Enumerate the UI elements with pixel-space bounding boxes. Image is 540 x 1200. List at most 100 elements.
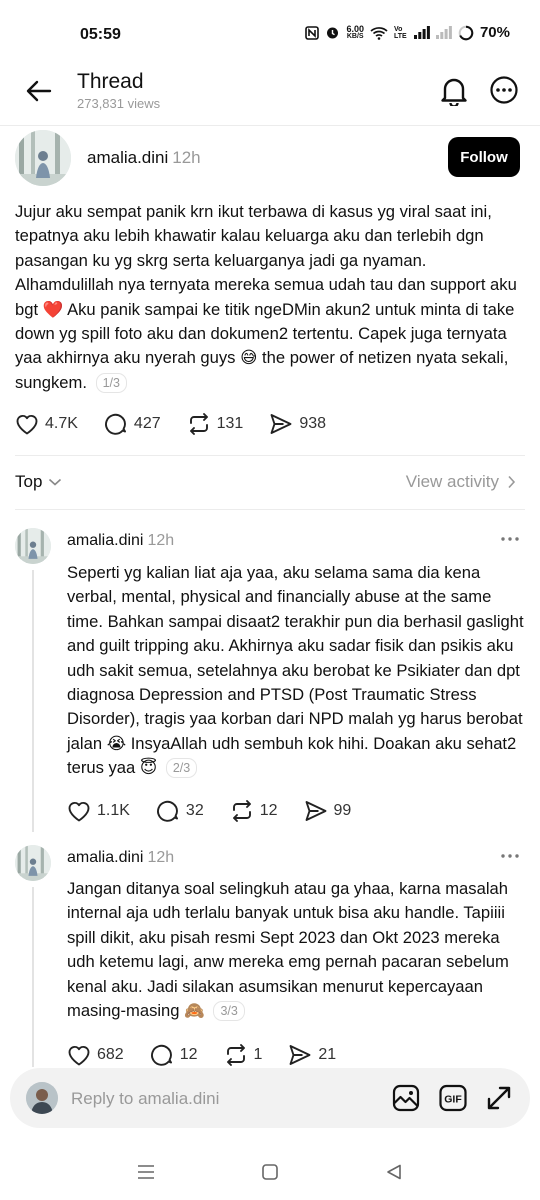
back-triangle-icon xyxy=(387,1164,401,1180)
author-username[interactable]: amalia.dini xyxy=(87,148,168,167)
repost-count: 12 xyxy=(259,802,278,819)
view-count: 273,831 views xyxy=(77,96,161,111)
status-bar: 05:59 6.00 KB/S Vo LTE 70% xyxy=(0,0,540,62)
share-button[interactable]: 21 xyxy=(288,1044,336,1066)
menu-icon xyxy=(138,1165,154,1179)
reply-more-button[interactable] xyxy=(497,531,523,547)
more-horizontal-icon xyxy=(501,854,519,858)
comment-icon xyxy=(156,800,178,822)
comment-count: 12 xyxy=(179,1046,198,1063)
see-no-evil-emoji: 🙈 xyxy=(184,1001,205,1021)
repost-button[interactable]: 12 xyxy=(230,799,278,823)
heart-emoji: ❤️ xyxy=(42,299,64,319)
share-button[interactable]: 99 xyxy=(304,800,351,822)
home-nav-button[interactable] xyxy=(258,1160,282,1184)
svg-text:GIF: GIF xyxy=(444,1094,462,1106)
chevron-down-icon xyxy=(49,478,62,486)
speed-indicator: 6.00 KB/S xyxy=(346,23,364,41)
like-button[interactable]: 4.7K xyxy=(15,413,78,435)
comment-button[interactable]: 32 xyxy=(156,799,204,823)
reply-username[interactable]: amalia.dini xyxy=(67,532,143,549)
reply-composer[interactable]: Reply to amalia.dini GIF xyxy=(10,1068,530,1128)
reply-more-button[interactable] xyxy=(497,848,523,864)
share-count: 938 xyxy=(299,415,327,432)
repost-icon xyxy=(226,1044,245,1066)
status-icons: 6.00 KB/S Vo LTE 70% xyxy=(305,24,510,41)
follow-button[interactable]: Follow xyxy=(448,137,520,177)
comment-button[interactable]: 427 xyxy=(104,412,161,436)
comment-button[interactable]: 12 xyxy=(150,1043,198,1067)
thread-line xyxy=(32,887,34,1067)
author-avatar[interactable] xyxy=(15,130,71,186)
reply-avatar[interactable] xyxy=(15,528,51,564)
signal-icon xyxy=(413,26,430,39)
thread-page-badge: 1/3 xyxy=(95,372,127,393)
post-text: Jujur aku sempat panik krn ikut terbawa … xyxy=(15,200,523,395)
repost-icon xyxy=(232,800,251,822)
share-icon xyxy=(270,414,292,434)
notifications-button[interactable] xyxy=(437,74,471,108)
expand-composer-button[interactable] xyxy=(483,1082,515,1114)
reply-avatar[interactable] xyxy=(15,845,51,881)
heart-icon xyxy=(16,414,38,435)
page-title: Thread xyxy=(77,70,144,93)
signal-icon-2 xyxy=(435,26,452,39)
status-time: 05:59 xyxy=(80,26,121,43)
reply-text: Jangan ditanya soal selingkuh atau ga yh… xyxy=(67,877,527,1023)
speed-value: 6.00 xyxy=(346,23,364,34)
nfc-icon xyxy=(305,25,320,40)
reply-time: 12h xyxy=(147,532,175,549)
like-count: 1.1K xyxy=(97,802,130,819)
expand-icon xyxy=(487,1086,511,1110)
attach-image-button[interactable] xyxy=(390,1082,422,1114)
halo-emoji: 😇 xyxy=(139,758,158,778)
comment-count: 32 xyxy=(185,802,204,819)
repost-button[interactable]: 131 xyxy=(187,412,244,436)
comment-icon xyxy=(150,1044,172,1066)
repost-icon xyxy=(189,413,208,435)
repost-button[interactable]: 1 xyxy=(224,1043,263,1067)
heart-icon xyxy=(68,1045,90,1066)
like-count: 4.7K xyxy=(45,415,78,432)
repost-count: 1 xyxy=(253,1046,263,1063)
reply-text-part1: Jangan ditanya soal selingkuh atau ga yh… xyxy=(67,879,509,1021)
thread-line xyxy=(32,570,34,832)
like-button[interactable]: 1.1K xyxy=(67,800,130,822)
sort-dropdown[interactable]: Top xyxy=(15,472,62,492)
heart-icon xyxy=(68,801,90,822)
author-name-row: amalia.dini 12h xyxy=(87,148,201,168)
speed-unit: KB/S xyxy=(346,32,364,40)
crying-emoji: 😭 xyxy=(106,733,127,753)
menu-nav-button[interactable] xyxy=(134,1160,158,1184)
comment-count: 427 xyxy=(133,415,161,432)
divider xyxy=(15,455,525,456)
thread-header: Thread 273,831 views xyxy=(0,62,540,126)
reply-input-placeholder[interactable]: Reply to amalia.dini xyxy=(71,1089,219,1109)
wifi-icon xyxy=(370,26,388,40)
reply-author-row: amalia.dini 12h xyxy=(67,849,174,867)
share-button[interactable]: 938 xyxy=(269,413,326,435)
repost-count: 131 xyxy=(216,415,244,432)
system-nav-bar xyxy=(0,1140,540,1200)
chevron-right-icon xyxy=(508,475,516,489)
view-activity-link[interactable]: View activity xyxy=(406,472,516,492)
sweat-smile-emoji: 😅 xyxy=(240,348,258,368)
like-count: 682 xyxy=(97,1046,124,1063)
comment-icon xyxy=(104,413,126,435)
like-button[interactable]: 682 xyxy=(67,1044,124,1066)
post-time: 12h xyxy=(172,148,201,167)
reply-username[interactable]: amalia.dini xyxy=(67,849,143,866)
gif-button[interactable]: GIF xyxy=(437,1082,469,1114)
divider xyxy=(15,509,525,510)
view-activity-label: View activity xyxy=(405,472,499,491)
post-actions: 4.7K 427 131 938 xyxy=(15,412,352,436)
thread-page-badge: 3/3 xyxy=(213,1001,245,1022)
reply-text-part1: Seperti yg kalian liat aja yaa, aku sela… xyxy=(67,563,524,753)
bell-icon xyxy=(441,78,467,106)
back-button[interactable] xyxy=(24,76,54,106)
share-icon xyxy=(305,801,326,821)
back-nav-button[interactable] xyxy=(382,1160,406,1184)
thread-page-badge: 2/3 xyxy=(165,758,198,779)
gif-icon: GIF xyxy=(439,1084,467,1112)
more-options-button[interactable] xyxy=(487,73,521,107)
